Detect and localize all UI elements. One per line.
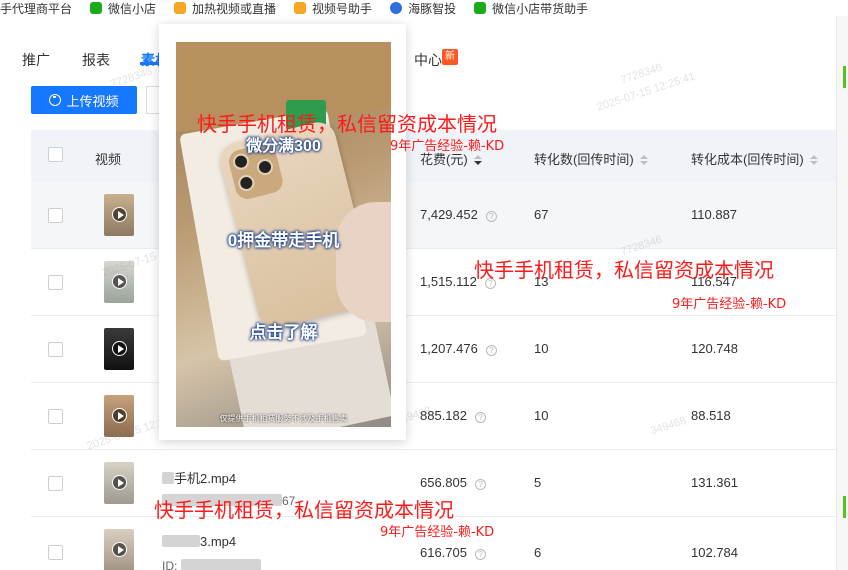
header-conversion-cost[interactable]: 转化成本(回传时间)	[691, 149, 818, 168]
conversion-cost-value: 131.361	[691, 475, 738, 490]
table-row[interactable]: 1,207.476? 10 120.748	[31, 316, 836, 383]
bookmark-channels-assistant[interactable]: 视频号助手	[294, 0, 372, 16]
header-conversions[interactable]: 转化数(回传时间)	[534, 149, 648, 168]
video-thumbnail[interactable]	[104, 395, 134, 437]
play-icon	[112, 341, 127, 356]
upload-icon	[49, 94, 62, 106]
row-checkbox[interactable]	[48, 342, 63, 357]
video-overlay-text: 0押金带走手机	[227, 231, 340, 250]
select-all-checkbox[interactable]	[48, 147, 63, 162]
conversions-value: 6	[534, 545, 542, 560]
tab-promotion[interactable]: 推广	[22, 50, 50, 70]
cost-value: 616.705?	[420, 545, 486, 560]
wechat-shop-icon	[90, 2, 103, 14]
w-logo-icon	[174, 2, 187, 14]
redacted-text	[180, 559, 261, 570]
video-preview-popup: 微分满300 0押金带走手机 点击了解 仅提供手机租赁服务不涉及手机售卖	[159, 24, 406, 440]
annotation-headline: 快手手机租赁，私信留资成本情况	[154, 498, 454, 522]
sort-icon	[473, 155, 482, 165]
cost-value: 885.182?	[420, 408, 486, 423]
w-logo-icon	[294, 2, 307, 14]
help-icon[interactable]: ?	[475, 412, 486, 423]
video-thumbnail[interactable]	[104, 261, 134, 303]
play-icon	[112, 408, 127, 423]
video-thumbnail[interactable]	[104, 194, 134, 236]
row-checkbox[interactable]	[48, 409, 63, 424]
hand-graphic	[336, 202, 391, 322]
sort-icon	[639, 155, 648, 165]
new-badge: 新	[442, 49, 458, 65]
lens-icon	[236, 173, 257, 193]
annotation-tagline: 9年广告经验-赖-KD	[380, 525, 495, 540]
row-checkbox[interactable]	[48, 476, 63, 491]
video-disclaimer: 仅提供手机租赁服务不涉及手机售卖	[219, 414, 348, 423]
video-filename[interactable]: 3.mp4	[162, 534, 236, 549]
upload-video-button[interactable]: 上传视频	[31, 86, 137, 114]
bookmarks-bar: 手代理商平台 微信小店 加热视频或直播 视频号助手 海豚智投 微信小店带货助手	[0, 0, 848, 16]
sort-icon	[809, 155, 818, 165]
help-icon[interactable]: ?	[475, 549, 486, 560]
annotation-tagline: 9年广告经验-赖-KD	[390, 139, 505, 154]
bookmark-wechat-shop[interactable]: 微信小店	[90, 0, 156, 16]
video-filename[interactable]: 手机2.mp4	[162, 468, 236, 487]
video-id: ID:	[162, 559, 261, 570]
conversions-value: 10	[534, 408, 549, 423]
video-preview[interactable]: 微分满300 0押金带走手机 点击了解 仅提供手机租赁服务不涉及手机售卖	[176, 42, 391, 427]
conversions-value: 10	[534, 341, 549, 356]
help-icon[interactable]: ?	[475, 479, 486, 490]
video-overlay-text: 点击了解	[249, 323, 318, 342]
row-checkbox[interactable]	[48, 208, 63, 223]
bookmark-dolphin[interactable]: 海豚智投	[390, 0, 456, 16]
cost-value: 7,429.452?	[420, 207, 497, 222]
help-icon[interactable]: ?	[485, 345, 497, 356]
conversion-cost-value: 120.748	[691, 341, 738, 356]
play-icon	[112, 274, 127, 289]
help-icon[interactable]: ?	[485, 211, 497, 222]
conversion-cost-value: 88.518	[691, 408, 731, 423]
conversion-cost-value: 102.784	[691, 545, 738, 560]
cost-value: 1,207.476?	[420, 341, 497, 356]
tab-center[interactable]: 中心	[414, 50, 442, 70]
table-row[interactable]: 7,429.452? 67 110.887	[31, 182, 836, 249]
bookmark-agent-platform[interactable]: 手代理商平台	[0, 0, 72, 16]
row-checkbox[interactable]	[48, 545, 63, 560]
lens-icon	[255, 157, 275, 177]
conversions-value: 67	[534, 207, 549, 222]
annotation-tagline: 9年广告经验-赖-KD	[672, 297, 787, 312]
header-video: 视频	[95, 152, 122, 167]
video-thumbnail[interactable]	[104, 529, 134, 570]
page-scrollbar[interactable]	[836, 16, 848, 570]
row-checkbox[interactable]	[48, 275, 63, 290]
play-icon	[112, 207, 127, 222]
top-nav: 推广 报表 素材 中心	[0, 16, 836, 84]
table-row[interactable]: 885.182? 10 88.518	[31, 383, 836, 450]
bookmark-shop-sales-assistant[interactable]: 微信小店带货助手	[474, 0, 588, 16]
tab-reports[interactable]: 报表	[82, 50, 110, 70]
video-thumbnail[interactable]	[104, 328, 134, 370]
annotation-headline: 快手手机租赁，私信留资成本情况	[197, 112, 497, 136]
redacted-text	[162, 472, 174, 484]
wechat-shop-icon	[474, 2, 487, 14]
play-icon	[112, 542, 127, 557]
video-thumbnail[interactable]	[104, 462, 134, 504]
toolbar-button[interactable]	[146, 86, 160, 114]
redacted-text	[162, 535, 200, 547]
dolphin-icon	[390, 2, 403, 14]
scrollbar-marker	[843, 496, 846, 518]
bookmark-boost-video[interactable]: 加热视频或直播	[174, 0, 276, 16]
conversion-cost-value: 110.887	[691, 207, 738, 222]
conversions-value: 5	[534, 475, 542, 490]
annotation-headline: 快手手机租赁，私信留资成本情况	[474, 258, 774, 282]
cost-value: 656.805?	[420, 475, 486, 490]
play-icon	[112, 475, 127, 490]
scrollbar-marker	[843, 66, 846, 88]
